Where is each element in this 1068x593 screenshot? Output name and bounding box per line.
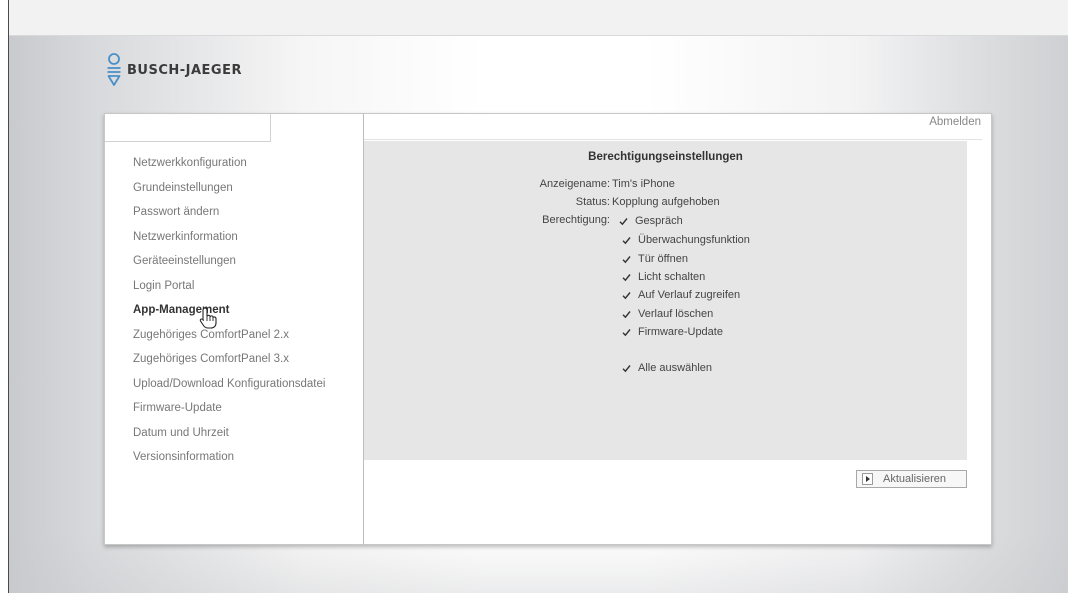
display-name-label: Anzeigename: bbox=[539, 178, 610, 190]
permission-label-firmware-update: Firmware-Update bbox=[638, 326, 723, 338]
select-all-label: Alle auswählen bbox=[638, 362, 712, 374]
sidebar-item-comfortpanel-2x[interactable]: Zugehöriges ComfortPanel 2.x bbox=[133, 327, 325, 352]
permission-label-verlauf-zugreifen: Auf Verlauf zugreifen bbox=[638, 289, 741, 301]
permission-label-licht-schalten: Licht schalten bbox=[638, 271, 706, 283]
select-all-checkbox[interactable] bbox=[622, 364, 631, 373]
permission-label-gespraech: Gespräch bbox=[635, 215, 683, 227]
permission-label-verlauf-loeschen: Verlauf löschen bbox=[638, 308, 714, 320]
permission-checkbox[interactable] bbox=[619, 217, 628, 226]
sidebar-item-versionsinformation[interactable]: Versionsinformation bbox=[133, 449, 325, 474]
brand-name: BUSCH-JAEGER bbox=[127, 62, 242, 78]
hand-cursor-icon bbox=[199, 307, 217, 329]
sidebar-item-passwort-aendern[interactable]: Passwort ändern bbox=[133, 204, 325, 229]
header-divider bbox=[364, 139, 982, 140]
permission-settings-area: Berechtigungseinstellungen Anzeigename: … bbox=[364, 141, 967, 460]
permission-item: Gespräch bbox=[619, 215, 683, 227]
permission-label: Berechtigung: bbox=[542, 214, 610, 226]
permission-item: Überwachungsfunktion bbox=[622, 234, 750, 246]
permission-checkbox[interactable] bbox=[622, 310, 631, 319]
sidebar-item-upload-download[interactable]: Upload/Download Konfigurationsdatei bbox=[133, 376, 325, 401]
permission-checkbox[interactable] bbox=[622, 291, 631, 300]
main-panel: Netzwerkkonfiguration Grundeinstellungen… bbox=[104, 113, 992, 545]
busch-jaeger-logo-icon bbox=[107, 53, 121, 86]
browser-top-bar bbox=[9, 0, 1068, 36]
permission-checkbox[interactable] bbox=[622, 273, 631, 282]
display-name-value: Tim's iPhone bbox=[612, 178, 675, 190]
permission-item: Tür öffnen bbox=[622, 253, 688, 265]
permission-checkbox[interactable] bbox=[622, 236, 631, 245]
brand-logo: BUSCH-JAEGER bbox=[107, 52, 242, 88]
sidebar-item-app-management[interactable]: App-Management bbox=[133, 302, 325, 327]
sidebar-item-datum-uhrzeit[interactable]: Datum und Uhrzeit bbox=[133, 425, 325, 450]
permission-checkbox[interactable] bbox=[622, 255, 631, 264]
logout-link[interactable]: Abmelden bbox=[929, 116, 981, 128]
sidebar-item-grundeinstellungen[interactable]: Grundeinstellungen bbox=[133, 180, 325, 205]
permission-item: Verlauf löschen bbox=[622, 308, 713, 320]
update-button-label: Aktualisieren bbox=[883, 473, 946, 485]
sidebar-item-netzwerkinformation[interactable]: Netzwerkinformation bbox=[133, 229, 325, 254]
play-arrow-icon bbox=[862, 473, 873, 485]
sidebar: Netzwerkkonfiguration Grundeinstellungen… bbox=[105, 114, 364, 544]
update-button[interactable]: Aktualisieren bbox=[856, 470, 967, 488]
sidebar-item-geraeteeinstellungen[interactable]: Geräteeinstellungen bbox=[133, 253, 325, 278]
permission-item: Licht schalten bbox=[622, 271, 705, 283]
sidebar-item-login-portal[interactable]: Login Portal bbox=[133, 278, 325, 303]
status-label: Status: bbox=[575, 196, 610, 208]
select-all-item: Alle auswählen bbox=[622, 362, 712, 374]
permission-checkbox[interactable] bbox=[622, 328, 631, 337]
permission-item: Auf Verlauf zugreifen bbox=[622, 289, 740, 301]
permission-label-tuer-oeffnen: Tür öffnen bbox=[638, 253, 688, 265]
sidebar-item-comfortpanel-3x[interactable]: Zugehöriges ComfortPanel 3.x bbox=[133, 351, 325, 376]
sidebar-item-firmware-update[interactable]: Firmware-Update bbox=[133, 400, 325, 425]
sidebar-tab bbox=[105, 114, 271, 142]
sidebar-nav: Netzwerkkonfiguration Grundeinstellungen… bbox=[133, 155, 325, 474]
permission-label-ueberwachung: Überwachungsfunktion bbox=[638, 234, 750, 246]
status-value: Kopplung aufgehoben bbox=[612, 196, 720, 208]
permission-item: Firmware-Update bbox=[622, 326, 723, 338]
sidebar-item-netzwerkkonfiguration[interactable]: Netzwerkkonfiguration bbox=[133, 155, 325, 180]
page-title: Berechtigungseinstellungen bbox=[588, 151, 743, 163]
